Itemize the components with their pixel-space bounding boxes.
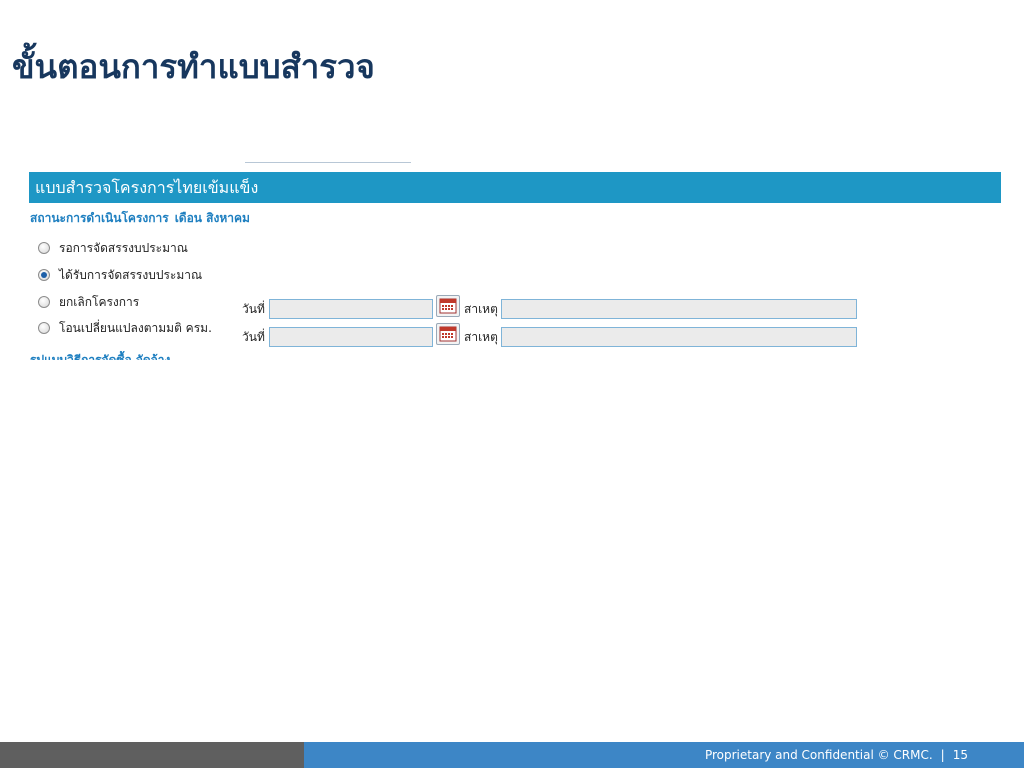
next-section-label: รูปแบบวิธีการจัดซื้อ จัดจ้าง (30, 353, 171, 360)
footer-separator: | (940, 748, 945, 762)
date-input[interactable] (269, 299, 433, 319)
radio-button-selected[interactable] (38, 269, 50, 281)
option-budget-allocated[interactable]: ได้รับการจัดสรรงบประมาณ (38, 265, 202, 285)
slide-title: ขั้นตอนการทำแบบสำรวจ (12, 47, 375, 86)
footer-text: Proprietary and Confidential © CRMC. | 15 (705, 742, 968, 768)
reason-input[interactable] (501, 299, 857, 319)
calendar-icon[interactable] (436, 323, 460, 345)
next-section-heading: รูปแบบวิธีการจัดซื้อ จัดจ้าง (30, 348, 190, 360)
radio-button[interactable] (38, 322, 50, 334)
status-heading-label: สถานะการดำเนินโครงการ (30, 211, 169, 225)
date-input[interactable] (269, 327, 433, 347)
radio-button[interactable] (38, 296, 50, 308)
date-label: วันที่ (242, 302, 265, 316)
footer-copyright: Proprietary and Confidential © CRMC. (704, 748, 933, 762)
radio-button[interactable] (38, 242, 50, 254)
option-label: ยกเลิกโครงการ (59, 294, 140, 309)
form-header: แบบสำรวจโครงการไทยเข้มแข็ง (29, 172, 1001, 203)
calendar-icon[interactable] (436, 295, 460, 317)
reason-label: สาเหตุ (464, 330, 498, 344)
status-month: เดือน สิงหาคม (174, 211, 250, 225)
footer-left-bar (0, 742, 304, 768)
date-label: วันที่ (242, 330, 265, 344)
option-label: รอการจัดสรรงบประมาณ (59, 240, 188, 255)
status-heading: สถานะการดำเนินโครงการ เดือน สิงหาคม (30, 208, 250, 228)
option-cabinet-transfer[interactable]: โอนเปลี่ยนแปลงตามมติ ครม. (38, 318, 212, 338)
page-number: 15 (952, 748, 968, 762)
option-label: โอนเปลี่ยนแปลงตามมติ ครม. (59, 320, 212, 335)
option-pending-budget[interactable]: รอการจัดสรรงบประมาณ (38, 238, 188, 258)
option-label: ได้รับการจัดสรรงบประมาณ (59, 267, 203, 282)
reason-label: สาเหตุ (464, 302, 498, 316)
divider-line (245, 162, 411, 163)
reason-input[interactable] (501, 327, 857, 347)
option-project-cancelled[interactable]: ยกเลิกโครงการ (38, 292, 139, 312)
